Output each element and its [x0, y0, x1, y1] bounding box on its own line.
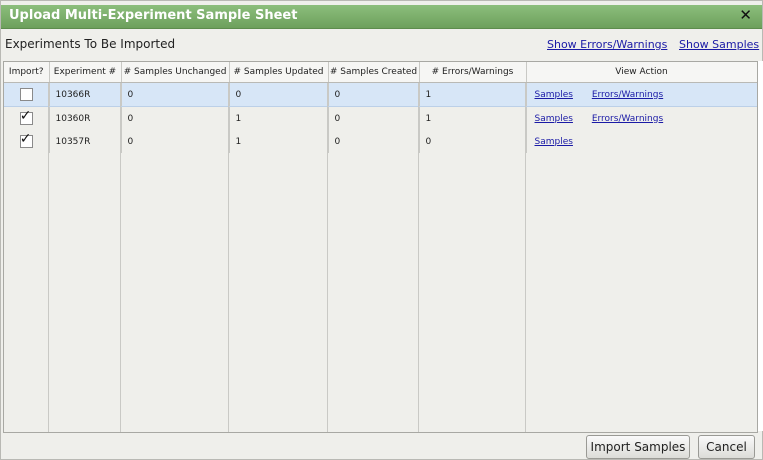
view-action-cell: Samples Errors/Warnings — [526, 82, 757, 107]
view-action-cell: Samples Errors/Warnings — [526, 106, 757, 130]
samples-link[interactable]: Samples — [535, 90, 573, 100]
dialog-titlebar: Upload Multi-Experiment Sample Sheet ✕ — [1, 5, 762, 29]
close-icon[interactable]: ✕ — [739, 6, 752, 24]
import-checkbox[interactable] — [19, 108, 33, 125]
scrollbar-edge — [758, 61, 763, 431]
upload-dialog: Upload Multi-Experiment Sample Sheet ✕ E… — [0, 0, 763, 460]
errors-warnings-link[interactable]: Errors/Warnings — [592, 114, 663, 124]
column-header-unchanged[interactable]: # Samples Unchanged — [121, 62, 230, 83]
import-checkbox[interactable] — [19, 131, 33, 148]
show-errors-warnings-link[interactable]: Show Errors/Warnings — [547, 38, 667, 51]
column-header-errors[interactable]: # Errors/Warnings — [419, 62, 527, 83]
experiments-grid: Import? Experiment # # Samples Unchanged… — [3, 61, 758, 433]
cancel-button[interactable]: Cancel — [698, 435, 755, 459]
table-header-row: Import? Experiment # # Samples Unchanged… — [4, 62, 757, 83]
section-heading: Experiments To Be Imported — [5, 37, 176, 51]
column-header-import[interactable]: Import? — [4, 62, 50, 83]
errors-warnings-link[interactable]: Errors/Warnings — [592, 90, 663, 100]
samples-link[interactable]: Samples — [535, 114, 573, 124]
dialog-title: Upload Multi-Experiment Sample Sheet — [9, 8, 298, 23]
import-samples-button[interactable]: Import Samples — [586, 435, 690, 459]
show-samples-link[interactable]: Show Samples — [679, 38, 759, 51]
column-header-experiment[interactable]: Experiment # — [49, 62, 122, 83]
samples-link[interactable]: Samples — [535, 137, 573, 147]
import-checkbox[interactable] — [19, 88, 33, 101]
column-header-view-action[interactable]: View Action — [526, 62, 757, 83]
column-header-updated[interactable]: # Samples Updated — [229, 62, 329, 83]
view-action-cell: Samples — [526, 130, 757, 153]
column-header-created[interactable]: # Samples Created — [328, 62, 420, 83]
